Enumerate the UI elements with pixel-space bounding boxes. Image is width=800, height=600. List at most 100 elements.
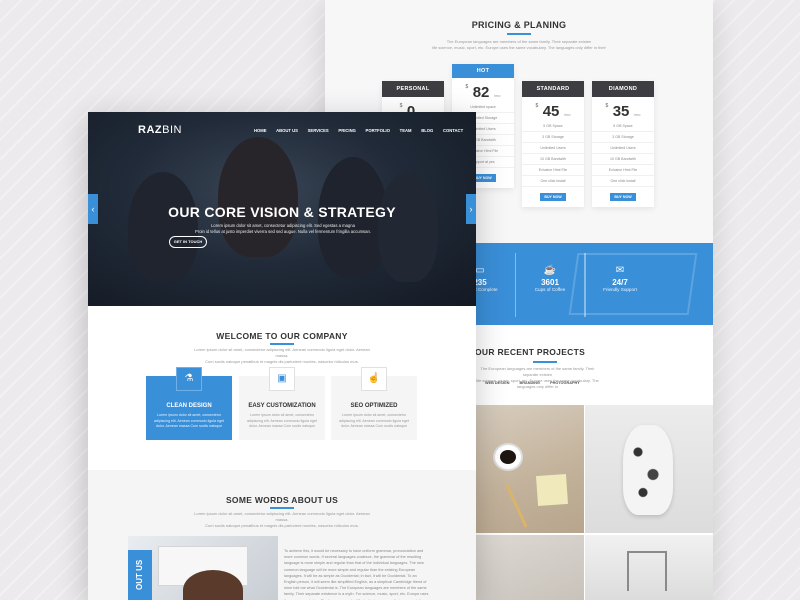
- feature-clean-design[interactable]: ⚗ CLEAN DESIGN Lorem ipsum dolor sit ame…: [146, 367, 232, 440]
- nav-about-us[interactable]: ABOUT US: [276, 128, 298, 133]
- stat-value: 3601: [541, 278, 559, 287]
- plan-feature: Unlimited Users: [592, 143, 654, 154]
- project-image-desk[interactable]: [475, 405, 584, 533]
- projects-subtitle: The European languages are members of th…: [475, 366, 600, 390]
- nav-services[interactable]: SERVICES: [308, 128, 329, 133]
- nav-contact[interactable]: CONTACT: [443, 128, 463, 133]
- front-mockup-page: RAZBIN HOME ABOUT US SERVICES PRICING PO…: [88, 112, 476, 600]
- about-subtitle-line: Cum sociis natoque penatibus et magnis d…: [205, 523, 359, 528]
- project-image-puppy[interactable]: [585, 405, 713, 533]
- welcome-title: WELCOME TO OUR COMPANY: [216, 331, 348, 341]
- slider-next-arrow-icon[interactable]: ›: [466, 194, 476, 224]
- nav-pricing[interactable]: PRICING: [338, 128, 355, 133]
- welcome-section: WELCOME TO OUR COMPANY Lorem ipsum dolor…: [88, 306, 476, 470]
- plan-amount: 82: [472, 84, 490, 101]
- plan-feature: 5 GB Space: [522, 121, 584, 132]
- project-image-workspace[interactable]: [475, 535, 584, 600]
- feature-desc: Lorem ipsum dolor sit amet, consectetur …: [154, 413, 224, 428]
- plan-feature: 10 GB Bandwith: [592, 154, 654, 165]
- pencil-graphic: [505, 484, 528, 528]
- project-image-chair[interactable]: [585, 535, 713, 600]
- filter-branding[interactable]: BRANDING: [520, 381, 540, 385]
- about-subtitle-line: Lorem ipsum dolor sit amet, consectetur …: [194, 511, 370, 522]
- welcome-subtitle-line: Lorem ipsum dolor sit amet, consectetur …: [194, 347, 370, 358]
- about-text: To achieve this, it would be necessary t…: [284, 549, 429, 600]
- get-in-touch-button[interactable]: GET IN TOUCH: [169, 236, 207, 248]
- plan-price: $ 82 /mo: [452, 84, 514, 102]
- logo[interactable]: RAZBIN: [138, 124, 182, 136]
- stat-coffee: ☕ 3601 Cups of Coffee: [515, 265, 585, 292]
- plan-feature: 10 GB Bandwith: [522, 154, 584, 165]
- project-filters: WEB DESIGN BRANDING PHOTOGRAPHY: [485, 381, 589, 385]
- plan-currency: $: [535, 103, 539, 109]
- plan-feature: One click install: [522, 176, 584, 187]
- hero-subtitle-line: Proin id tellus at justo imperdiet viver…: [195, 229, 371, 234]
- about-title: SOME WORDS ABOUT US: [225, 495, 339, 505]
- title-divider: [270, 507, 294, 509]
- feature-seo-optimized[interactable]: ☝ SEO OPTIMIZED Lorem ipsum dolor sit am…: [331, 367, 417, 440]
- plan-period: /mo: [563, 112, 571, 117]
- filter-photography[interactable]: PHOTOGRAPHY: [550, 381, 580, 385]
- plan-currency: $: [399, 103, 403, 109]
- plan-feature: 3 GB Storage: [522, 132, 584, 143]
- plan-amount: 45: [542, 103, 560, 120]
- coffee-cup-graphic: [495, 445, 521, 469]
- plan-price: $ 45 /mo: [522, 103, 584, 121]
- top-nav: RAZBIN HOME ABOUT US SERVICES PRICING PO…: [88, 124, 476, 138]
- logo-bold: RAZ: [138, 124, 163, 136]
- plan-feature: Unlimited Users: [522, 143, 584, 154]
- stat-label: Cups of Coffee: [534, 287, 566, 292]
- coffee-icon: ☕: [543, 265, 557, 276]
- about-us-tab: OUT US: [128, 550, 152, 600]
- logo-light: BIN: [162, 124, 182, 136]
- plan-name: STANDARD: [522, 81, 584, 97]
- pricing-card-diamond: DIAMOND $ 35 /mo 5 GB Space 3 GB Storage…: [592, 81, 654, 207]
- chat-icon: ✉: [615, 265, 625, 276]
- hero-title: OUR CORE VISION & STRATEGY: [168, 204, 396, 220]
- plan-currency: $: [605, 103, 609, 109]
- nav-blog[interactable]: BLOG: [421, 128, 433, 133]
- stat-value: 24/7: [612, 278, 628, 287]
- plan-feature: One click install: [592, 176, 654, 187]
- plan-currency: $: [465, 84, 469, 90]
- plan-feature: 5 GB Space: [592, 121, 654, 132]
- nav-home[interactable]: HOME: [254, 128, 267, 133]
- flask-icon: ⚗: [176, 367, 202, 391]
- about-section: SOME WORDS ABOUT US Lorem ipsum dolor si…: [88, 470, 476, 600]
- title-divider: [507, 33, 531, 35]
- hero-slider: RAZBIN HOME ABOUT US SERVICES PRICING PO…: [88, 112, 476, 306]
- puppy-graphic: [623, 425, 673, 515]
- pricing-subtitle-line: life science, music, sport, etc. Europe …: [432, 45, 606, 50]
- feature-easy-customization[interactable]: ▣ EASY CUSTOMIZATION Lorem ipsum dolor s…: [239, 367, 325, 440]
- title-divider: [270, 343, 294, 345]
- nav-team[interactable]: TEAM: [400, 128, 412, 133]
- pricing-subtitle: The European languages are members of th…: [325, 39, 713, 51]
- slider-prev-arrow-icon[interactable]: ‹: [88, 194, 98, 224]
- about-subtitle: Lorem ipsum dolor sit amet, consectetur …: [188, 511, 376, 529]
- filter-web-design[interactable]: WEB DESIGN: [485, 381, 509, 385]
- buy-now-button[interactable]: BUY NOW: [540, 193, 566, 201]
- projects-subtitle-line: The European languages are members of th…: [480, 366, 595, 377]
- feature-desc: Lorem ipsum dolor sit amet, consectetur …: [339, 413, 409, 428]
- title-divider: [533, 361, 557, 363]
- welcome-subtitle-line: Cum sociis natoque penatibus et magnis d…: [205, 359, 359, 364]
- pricing-title: PRICING & PLANING: [471, 20, 567, 30]
- plan-amount: 35: [612, 103, 630, 120]
- main-menu: HOME ABOUT US SERVICES PRICING PORTFOLIO…: [254, 128, 472, 133]
- hero-subtitle: Lorem ipsum dolor sit amet, consectetur …: [168, 223, 398, 235]
- plan-period: /mo: [633, 112, 641, 117]
- plan-price: $ 35 /mo: [592, 103, 654, 121]
- buy-now-button[interactable]: BUY NOW: [610, 193, 636, 201]
- feature-desc: Lorem ipsum dolor sit amet, consectetur …: [247, 413, 317, 428]
- nav-portfolio[interactable]: PORTFOLIO: [366, 128, 390, 133]
- chair-graphic: [627, 551, 667, 591]
- stat-support: ✉ 24/7 Friendly Support: [585, 265, 655, 292]
- plan-name: HOT: [452, 64, 514, 78]
- plan-feature: Exlusive Html File: [592, 165, 654, 176]
- plan-period: /mo: [493, 93, 501, 98]
- feature-title: EASY CUSTOMIZATION: [248, 403, 316, 409]
- pricing-card-standard: STANDARD $ 45 /mo 5 GB Space 3 GB Storag…: [522, 81, 584, 207]
- plan-feature: 3 GB Storage: [592, 132, 654, 143]
- welcome-subtitle: Lorem ipsum dolor sit amet, consectetur …: [188, 347, 376, 365]
- stat-label: Friendly Support: [603, 287, 637, 292]
